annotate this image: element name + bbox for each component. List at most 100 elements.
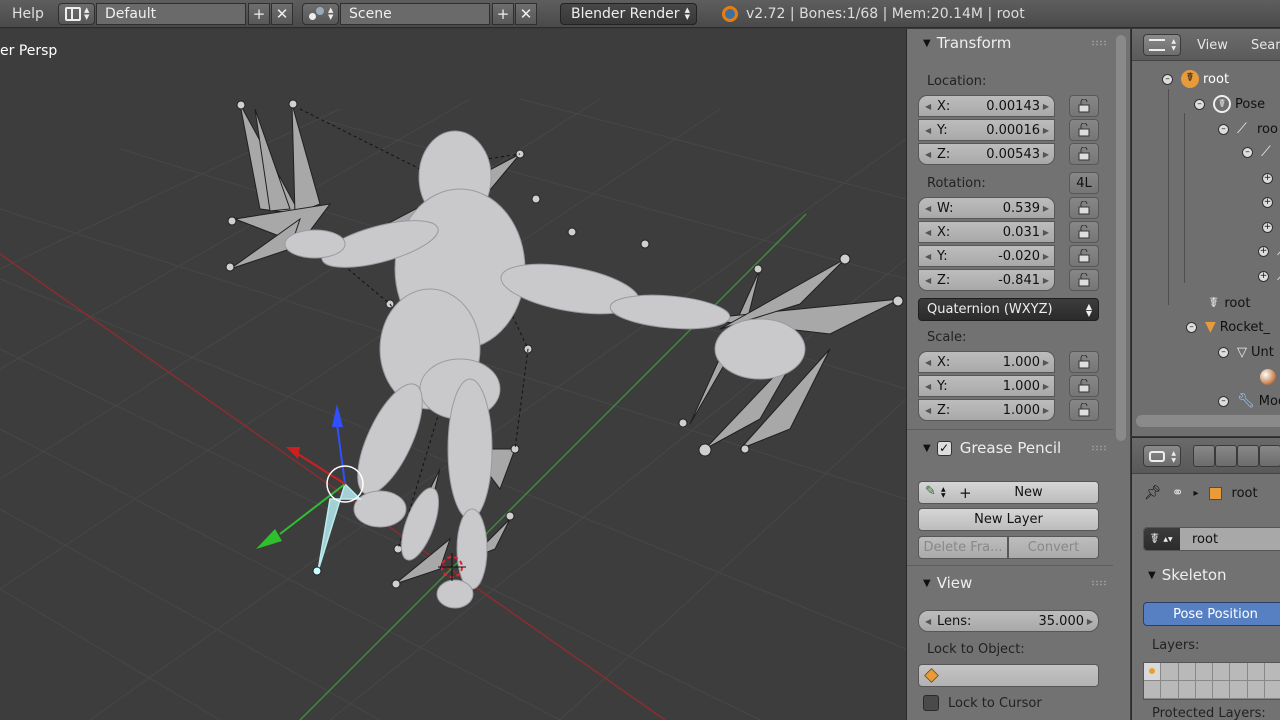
- lock-icon[interactable]: [1069, 143, 1099, 165]
- layer-toggle[interactable]: [1247, 681, 1265, 699]
- expand-icon[interactable]: +: [1262, 172, 1273, 184]
- lock-icon[interactable]: [1069, 197, 1099, 219]
- render-engine-dropdown[interactable]: Blender Render ▲ ▼: [560, 3, 697, 25]
- armature-layers-grid[interactable]: [1143, 662, 1280, 700]
- layer-toggle[interactable]: [1230, 681, 1248, 699]
- layer-toggle-active[interactable]: [1144, 663, 1162, 681]
- remove-screen-icon[interactable]: ✕: [271, 3, 293, 25]
- lock-icon[interactable]: [1069, 269, 1099, 291]
- outliner-item-root-armature[interactable]: – ☤ root: [1162, 68, 1229, 90]
- outliner-item-modifiers[interactable]: – 🔧︎ Mod: [1218, 390, 1280, 412]
- layer-toggle[interactable]: [1178, 663, 1196, 681]
- render-layers-context-icon[interactable]: [1215, 445, 1237, 467]
- view-menu[interactable]: View: [1197, 38, 1228, 53]
- rotation-lock-4l-button[interactable]: 4L: [1069, 172, 1099, 194]
- 3d-viewport[interactable]: er Persp: [0, 29, 906, 720]
- lock-to-cursor-checkbox[interactable]: [923, 695, 939, 711]
- rotation-mode-dropdown[interactable]: Quaternion (WXYZ) ▲ ▼: [918, 298, 1099, 321]
- drag-grip-icon[interactable]: [1091, 445, 1107, 451]
- render-context-icon[interactable]: [1193, 445, 1215, 467]
- bone-name-field[interactable]: ☤ ▲▼ root: [1143, 527, 1280, 551]
- outliner-item-material[interactable]: [1260, 366, 1276, 388]
- outliner-item-pose[interactable]: – ☤ Pose: [1194, 93, 1265, 115]
- scene-selector[interactable]: ▲ ▼: [302, 3, 339, 25]
- collapse-icon[interactable]: –: [1162, 73, 1173, 85]
- pin-icon[interactable]: 📌︎: [1144, 485, 1162, 501]
- scene-name[interactable]: Scene: [340, 3, 490, 25]
- help-menu[interactable]: Help: [12, 3, 44, 25]
- collapse-icon[interactable]: –: [1194, 98, 1205, 110]
- search-menu[interactable]: Sear: [1251, 38, 1280, 53]
- lock-to-object-field[interactable]: [918, 664, 1099, 687]
- scale-x-field[interactable]: ◀ X: 1.000 ▶: [918, 351, 1055, 373]
- editor-type-button[interactable]: ▲ ▼: [1143, 34, 1181, 56]
- layer-toggle[interactable]: [1195, 663, 1213, 681]
- outliner-item-armature-data[interactable]: ☤ root: [1209, 292, 1250, 314]
- outliner-item-rocket[interactable]: – ▼ Rocket_: [1186, 316, 1270, 338]
- lock-icon[interactable]: [1069, 245, 1099, 267]
- rotation-z-field[interactable]: ◀ Z: -0.841 ▶: [918, 269, 1055, 291]
- lock-icon[interactable]: [1069, 375, 1099, 397]
- outliner-item-bone[interactable]: +: [1262, 167, 1280, 189]
- outliner-item-bone[interactable]: – ⟋: [1242, 141, 1271, 163]
- layer-toggle[interactable]: [1161, 681, 1179, 699]
- delete-frame-button[interactable]: Delete Fra...: [918, 536, 1008, 559]
- expand-icon[interactable]: +: [1258, 270, 1269, 282]
- pose-position-button[interactable]: Pose Position: [1143, 602, 1280, 626]
- panel-scrollbar[interactable]: [1116, 35, 1126, 441]
- lock-icon[interactable]: [1069, 221, 1099, 243]
- lock-icon[interactable]: [1069, 95, 1099, 117]
- grease-pencil-panel-header[interactable]: ▼ ✓ Grease Pencil: [907, 436, 1113, 460]
- location-x-field[interactable]: ◀ X: 0.00143 ▶: [918, 95, 1055, 117]
- drag-grip-icon[interactable]: [1091, 580, 1107, 586]
- layer-toggle[interactable]: [1213, 681, 1231, 699]
- lock-icon[interactable]: [1069, 351, 1099, 373]
- layer-toggle[interactable]: [1144, 681, 1162, 699]
- rotation-w-field[interactable]: ◀ W: 0.539 ▶: [918, 197, 1055, 219]
- view-panel-header[interactable]: ▼ View: [907, 571, 1113, 595]
- rotation-y-field[interactable]: ◀ Y: -0.020 ▶: [918, 245, 1055, 267]
- layer-toggle[interactable]: [1264, 663, 1280, 681]
- outliner-item-bone[interactable]: +: [1262, 216, 1280, 238]
- lock-icon[interactable]: [1069, 399, 1099, 421]
- remove-scene-icon[interactable]: ✕: [515, 3, 537, 25]
- lock-icon[interactable]: [1069, 119, 1099, 141]
- collapse-icon[interactable]: –: [1186, 321, 1197, 333]
- convert-button[interactable]: Convert: [1008, 536, 1099, 559]
- new-layer-button[interactable]: New Layer: [918, 508, 1099, 531]
- grease-pencil-new-button[interactable]: ✎ ▲ ▼ + New: [918, 481, 1099, 504]
- expand-icon[interactable]: +: [1258, 245, 1269, 257]
- collapse-icon[interactable]: –: [1218, 346, 1229, 358]
- scale-y-field[interactable]: ◀ Y: 1.000 ▶: [918, 375, 1055, 397]
- scene-context-icon[interactable]: [1237, 445, 1259, 467]
- drag-grip-icon[interactable]: [1091, 40, 1107, 46]
- lens-field[interactable]: ◀ Lens: 35.000 ▶: [918, 610, 1099, 632]
- outliner-item-bone[interactable]: +: [1262, 191, 1280, 213]
- expand-icon[interactable]: +: [1262, 196, 1273, 208]
- add-screen-icon[interactable]: +: [248, 3, 270, 25]
- outliner-item-mesh-data[interactable]: – ▽ Unt: [1218, 341, 1274, 363]
- outliner-h-scrollbar[interactable]: [1136, 415, 1280, 427]
- collapse-icon[interactable]: –: [1218, 123, 1229, 135]
- layer-toggle[interactable]: [1247, 663, 1265, 681]
- outliner-item-root-bone[interactable]: – ⟋ roo: [1218, 118, 1278, 140]
- screen-layout-selector[interactable]: ▲ ▼: [58, 3, 95, 25]
- layer-toggle[interactable]: [1195, 681, 1213, 699]
- layer-toggle[interactable]: [1264, 681, 1280, 699]
- screen-layout-name[interactable]: Default: [96, 3, 246, 25]
- location-z-field[interactable]: ◀ Z: 0.00543 ▶: [918, 143, 1055, 165]
- collapse-icon[interactable]: –: [1218, 395, 1229, 407]
- skeleton-panel-header[interactable]: ▼ Skeleton: [1132, 563, 1280, 587]
- location-y-field[interactable]: ◀ Y: 0.00016 ▶: [918, 119, 1055, 141]
- outliner-item-bone[interactable]: + ⟋: [1258, 265, 1280, 287]
- rotation-x-field[interactable]: ◀ X: 0.031 ▶: [918, 221, 1055, 243]
- layer-toggle[interactable]: [1213, 663, 1231, 681]
- scale-z-field[interactable]: ◀ Z: 1.000 ▶: [918, 399, 1055, 421]
- outliner-item-bone[interactable]: + ⟋: [1258, 240, 1280, 262]
- enable-checkbox[interactable]: ✓: [936, 440, 952, 456]
- layer-toggle[interactable]: [1161, 663, 1179, 681]
- add-scene-icon[interactable]: +: [492, 3, 514, 25]
- layer-toggle[interactable]: [1230, 663, 1248, 681]
- transform-panel-header[interactable]: ▼ Transform: [907, 31, 1113, 55]
- expand-icon[interactable]: +: [1262, 221, 1273, 233]
